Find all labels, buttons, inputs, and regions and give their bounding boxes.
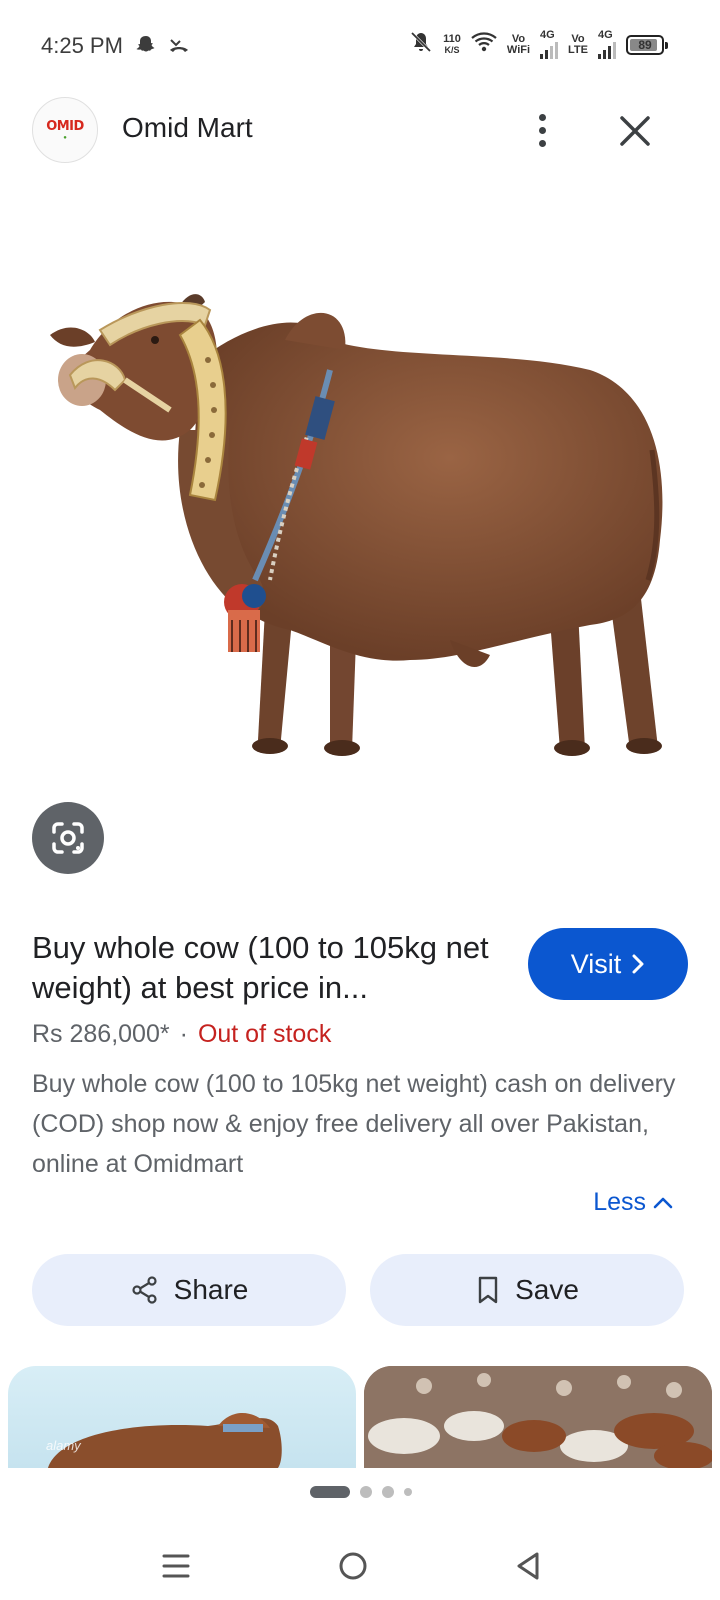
battery-icon: 89: [626, 34, 668, 55]
snapchat-icon: [136, 34, 156, 59]
home-button[interactable]: [331, 1544, 375, 1588]
product-image[interactable]: [30, 280, 690, 780]
watermark: alamy: [46, 1438, 81, 1453]
status-bar: 4:25 PM 110 K/S Vo WiFi 4G Vo LTE 4G 89: [0, 0, 720, 92]
page-indicator: [310, 1486, 412, 1498]
home-circle-icon: [339, 1552, 367, 1580]
more-options-button[interactable]: [520, 108, 564, 152]
sim1-volte: Vo WiFi: [506, 32, 531, 56]
system-nav-bar: [0, 1530, 720, 1600]
less-button[interactable]: Less: [593, 1188, 674, 1217]
menu-icon: [162, 1554, 190, 1578]
google-lens-button[interactable]: [32, 802, 104, 874]
separator: ·: [179, 1020, 188, 1048]
wifi-icon: [471, 31, 497, 58]
chevron-right-icon: [632, 954, 644, 974]
visit-button[interactable]: Visit: [528, 928, 688, 1000]
share-button[interactable]: Share: [32, 1254, 346, 1326]
product-description: Buy whole cow (100 to 105kg net weight) …: [32, 1070, 676, 1178]
product-title[interactable]: Buy whole cow (100 to 105kg net weight) …: [32, 928, 502, 1008]
mute-icon: [409, 30, 433, 59]
signal-icon: [598, 41, 616, 59]
sim2-volte: Vo LTE: [568, 32, 588, 56]
missed-call-icon: [168, 34, 190, 59]
chevron-up-icon: [653, 1197, 673, 1208]
site-name: Omid Mart: [122, 112, 253, 143]
related-image-2[interactable]: [364, 1366, 712, 1468]
network-speed: 110 K/S: [443, 32, 461, 55]
logo-leaf-icon: ●: [63, 135, 67, 141]
share-icon: [132, 1276, 157, 1304]
recents-button[interactable]: [154, 1544, 198, 1588]
page-dot: [404, 1488, 412, 1496]
price-row: Rs 286,000* · Out of stock: [32, 1020, 331, 1049]
related-image-1[interactable]: alamy: [8, 1366, 356, 1468]
lens-icon: [52, 822, 84, 854]
page-dot-active: [310, 1486, 350, 1498]
stock-status: Out of stock: [197, 1020, 332, 1048]
signal-icon: [540, 41, 559, 59]
page-dot: [382, 1486, 394, 1498]
bookmark-icon: [478, 1276, 498, 1304]
app-header: OMID ● Omid Mart: [0, 92, 720, 172]
back-triangle-icon: [517, 1552, 539, 1580]
back-button[interactable]: [506, 1544, 550, 1588]
more-vert-icon: [538, 113, 546, 121]
status-time: 4:25 PM: [41, 33, 123, 58]
page-dot: [360, 1486, 372, 1498]
save-button[interactable]: Save: [370, 1254, 684, 1326]
site-logo[interactable]: OMID ●: [32, 97, 98, 163]
close-icon: [620, 116, 650, 146]
product-price: Rs 286,000*: [32, 1020, 170, 1048]
close-button[interactable]: [612, 108, 658, 154]
